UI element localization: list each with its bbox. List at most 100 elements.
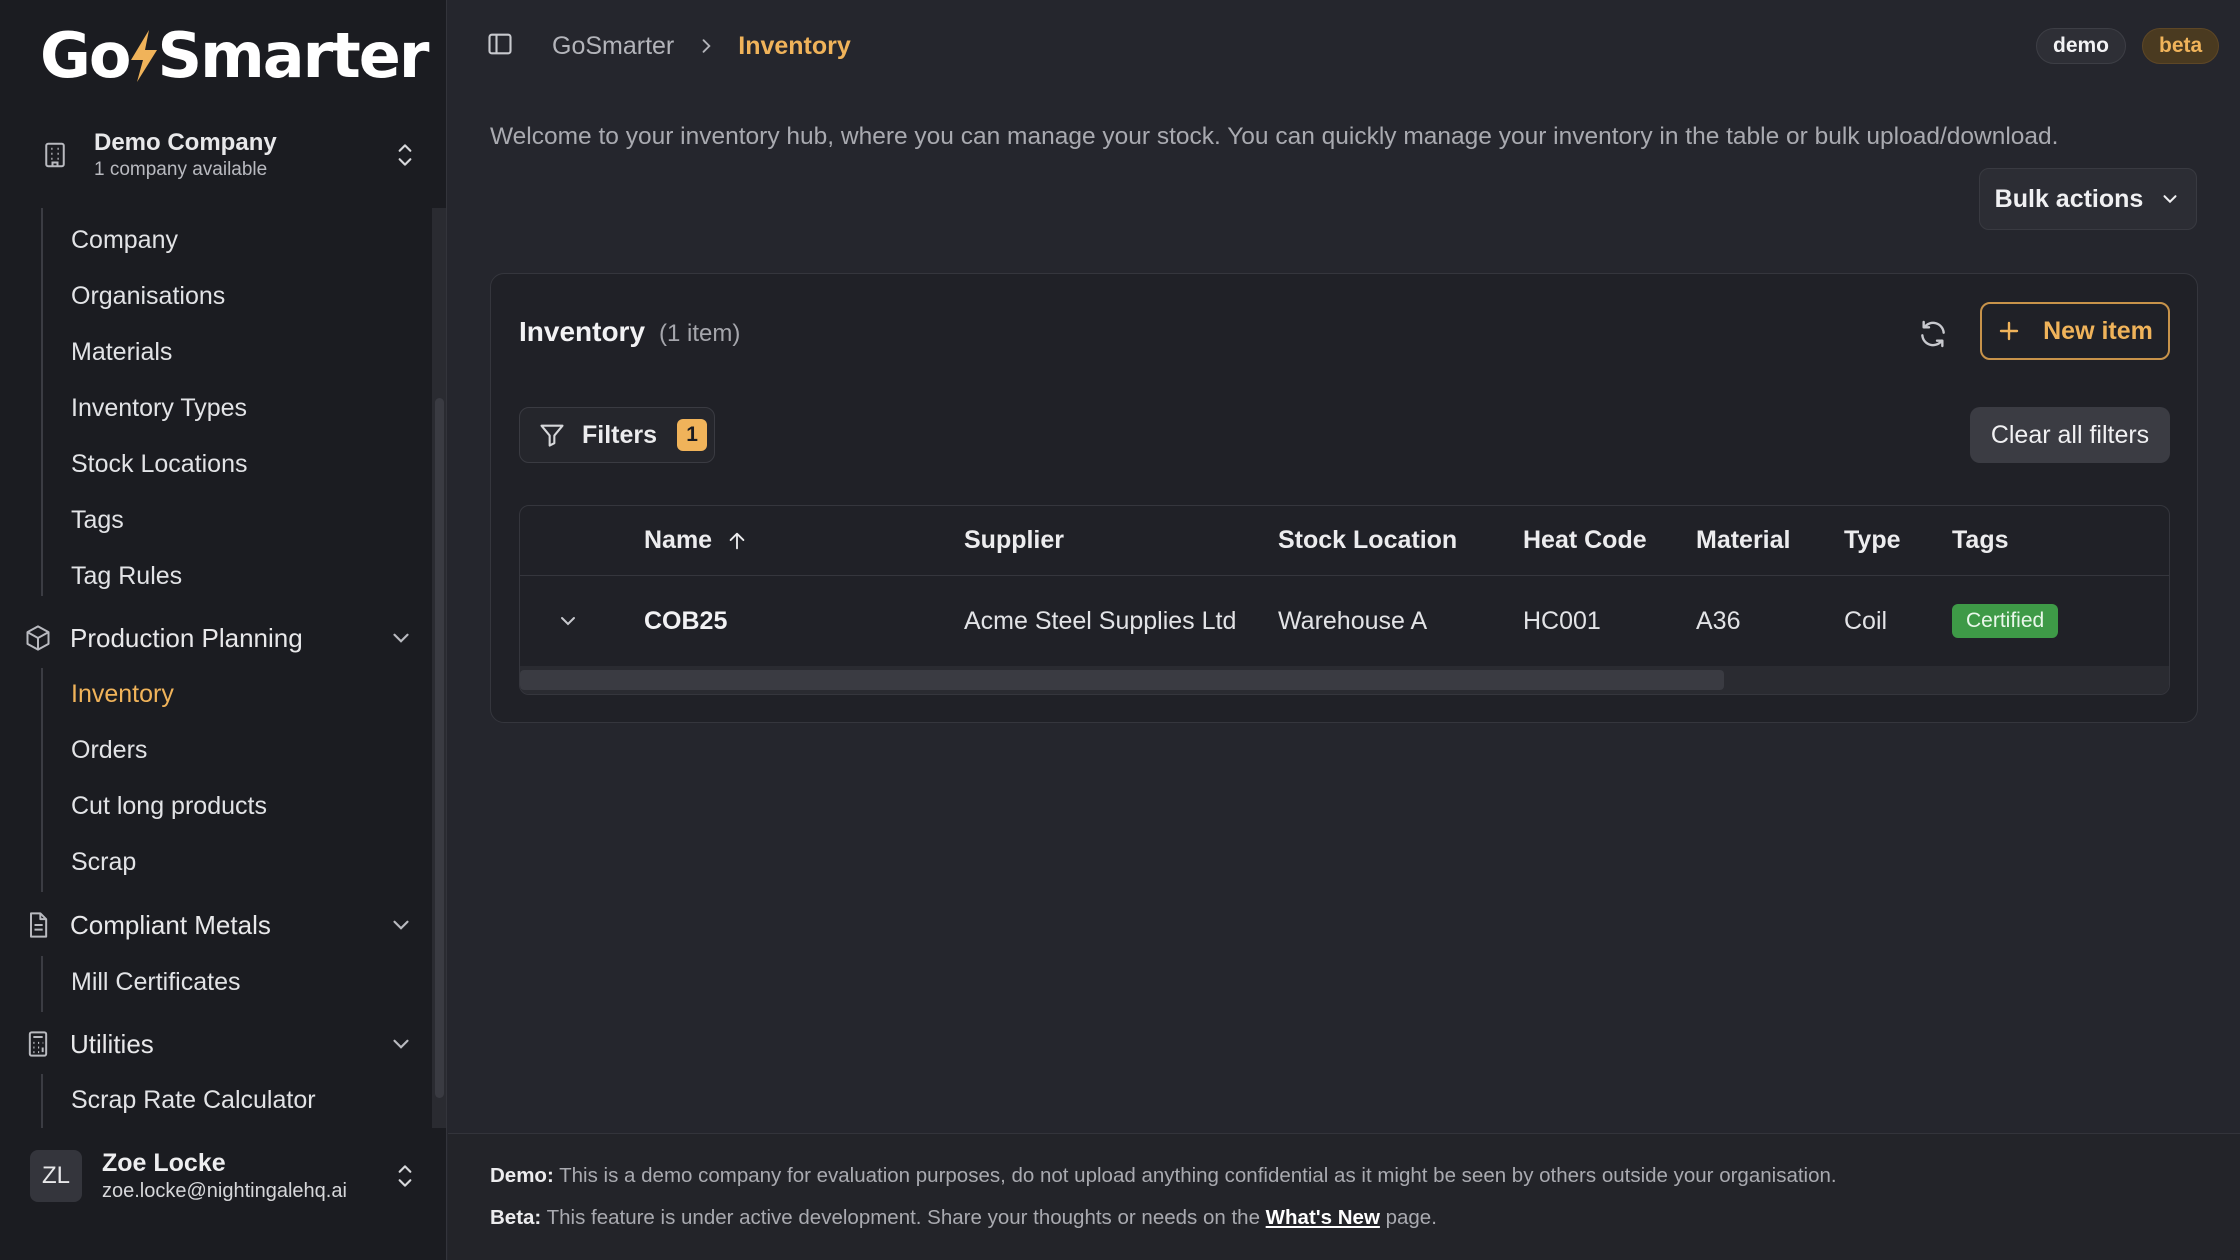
top-bar: GoSmarter Inventory demo beta (448, 0, 2240, 92)
cell-name: COB25 (644, 606, 728, 635)
page-footer: Demo: This is a demo company for evaluat… (448, 1133, 2240, 1260)
cell-type: Coil (1844, 606, 1888, 635)
logo-text-go: Go (40, 19, 131, 92)
user-name: Zoe Locke (102, 1149, 226, 1177)
company-count: 1 company available (94, 159, 268, 180)
user-menu[interactable]: ZL Zoe Locke zoe.locke@nightingalehq.ai (24, 1148, 424, 1204)
sidebar-nav: Company Organisations Materials Inventor… (0, 208, 447, 1128)
calculator-icon (28, 1031, 48, 1057)
breadcrumb-current: Inventory (738, 32, 851, 60)
cell-heat-code: HC001 (1523, 606, 1601, 635)
chevron-down-icon (393, 920, 409, 930)
cell-tags: Certified (1952, 576, 2059, 666)
bulk-actions-button[interactable]: Bulk actions (1979, 168, 2197, 230)
section-label: Production Planning (70, 622, 303, 653)
section-label: Compliant Metals (70, 909, 271, 940)
chevron-up-down-icon (398, 144, 412, 166)
inventory-title: Inventory (519, 316, 646, 347)
nav-group-line (41, 668, 43, 892)
beta-notice-tail: page. (1379, 1206, 1437, 1229)
sidebar-item-materials[interactable]: Materials (71, 330, 411, 374)
chevron-up-down-icon (398, 1165, 412, 1187)
chevron-down-icon (393, 1039, 409, 1049)
sidebar-item-tags[interactable]: Tags (71, 498, 411, 542)
column-header-heat-code[interactable]: Heat Code (1523, 506, 1647, 575)
sidebar-section-compliant-metals[interactable]: Compliant Metals (24, 902, 414, 948)
column-header-stock-location[interactable]: Stock Location (1278, 506, 1457, 575)
sidebar-section-production-planning[interactable]: Production Planning (24, 615, 414, 661)
filters-button[interactable]: Filters 1 (519, 407, 715, 463)
table-header: Name Supplier Stock Location Heat Code M… (520, 506, 2169, 576)
demo-notice: Demo: This is a demo company for evaluat… (490, 1164, 1837, 1188)
sidebar-item-orders[interactable]: Orders (71, 728, 411, 772)
inventory-count: (1 item) (659, 320, 741, 347)
sidebar-item-cut-long-products[interactable]: Cut long products (71, 784, 411, 828)
cell-stock-location: Warehouse A (1278, 606, 1428, 635)
sidebar-section-utilities[interactable]: Utilities (24, 1021, 414, 1067)
logo-text-smarter: Smarter (157, 19, 429, 92)
nav-group-line (41, 1074, 43, 1128)
sidebar-item-organisations[interactable]: Organisations (71, 274, 411, 318)
column-header-name[interactable]: Name (644, 506, 748, 575)
new-item-button[interactable]: New item (1980, 302, 2170, 360)
document-icon (30, 912, 48, 938)
breadcrumb: GoSmarter Inventory (552, 26, 851, 66)
table-row[interactable]: COB25 Acme Steel Supplies Ltd Warehouse … (520, 576, 2169, 666)
column-header-type[interactable]: Type (1844, 506, 1901, 575)
column-header-supplier[interactable]: Supplier (964, 506, 1064, 575)
inventory-card: Inventory (1 item) New item Filters 1 Cl… (490, 273, 2198, 723)
sort-ascending-icon (729, 532, 745, 549)
cell-material: A36 (1696, 606, 1741, 635)
column-header-tags[interactable]: Tags (1952, 506, 2009, 575)
lightning-bolt-icon (131, 30, 158, 82)
sidebar-item-mill-certificates[interactable]: Mill Certificates (71, 960, 411, 1004)
beta-notice: Beta: This feature is under active devel… (490, 1206, 1437, 1230)
building-icon (45, 142, 65, 168)
row-expand-button[interactable] (556, 576, 580, 666)
tag-badge: Certified (1952, 604, 2059, 638)
sidebar-item-inventory[interactable]: Inventory (71, 672, 411, 716)
nav-group-line (41, 208, 43, 596)
column-header-label: Name (644, 526, 713, 554)
clear-all-filters-button[interactable]: Clear all filters (1970, 407, 2170, 463)
new-item-label: New item (2043, 316, 2153, 345)
section-label: Utilities (70, 1028, 154, 1059)
sidebar-toggle-icon[interactable] (486, 30, 514, 58)
company-name: Demo Company (94, 129, 277, 156)
filters-count-badge: 1 (677, 419, 708, 451)
avatar: ZL (30, 1150, 82, 1202)
filters-label: Filters (582, 420, 658, 449)
bulk-actions-label: Bulk actions (1994, 184, 2144, 213)
sidebar-item-inventory-types[interactable]: Inventory Types (71, 386, 411, 430)
company-switcher[interactable]: Demo Company 1 company available (24, 122, 424, 188)
beta-notice-label: Beta: (490, 1206, 542, 1229)
table-scrollbar-thumb[interactable] (520, 670, 1724, 690)
chevron-right-icon (702, 39, 711, 53)
table-horizontal-scrollbar[interactable] (520, 666, 2169, 694)
sidebar-item-scrap-rate-calculator[interactable]: Scrap Rate Calculator (71, 1078, 411, 1122)
sidebar: Go Smarter Demo Company 1 company availa… (0, 0, 447, 1260)
demo-badge: demo (2036, 28, 2127, 64)
plus-icon (1999, 321, 2019, 341)
sidebar-item-tag-rules[interactable]: Tag Rules (71, 554, 411, 598)
card-title: Inventory (1 item) (519, 316, 740, 348)
refresh-icon[interactable] (1917, 318, 1949, 350)
package-icon (26, 625, 50, 651)
sidebar-item-scrap[interactable]: Scrap (71, 840, 411, 884)
whats-new-link[interactable]: What's New (1266, 1206, 1380, 1229)
chevron-down-icon (2163, 195, 2177, 204)
sidebar-item-stock-locations[interactable]: Stock Locations (71, 442, 411, 486)
gosmarter-logo[interactable]: Go Smarter (40, 19, 429, 92)
sidebar-item-company[interactable]: Company (71, 218, 411, 262)
breadcrumb-home[interactable]: GoSmarter (552, 26, 674, 66)
main-content: GoSmarter Inventory demo beta Welcome to… (448, 0, 2240, 1260)
sidebar-scrollbar-thumb[interactable] (435, 398, 444, 1098)
user-email: zoe.locke@nightingalehq.ai (102, 1180, 347, 1202)
chevron-down-icon (393, 633, 409, 643)
chevron-down-icon (561, 617, 575, 626)
nav-group-line (41, 956, 43, 1012)
column-header-material[interactable]: Material (1696, 506, 1790, 575)
beta-badge: beta (2142, 28, 2220, 64)
inventory-table: Name Supplier Stock Location Heat Code M… (519, 505, 2170, 695)
demo-notice-label: Demo: (490, 1164, 554, 1187)
